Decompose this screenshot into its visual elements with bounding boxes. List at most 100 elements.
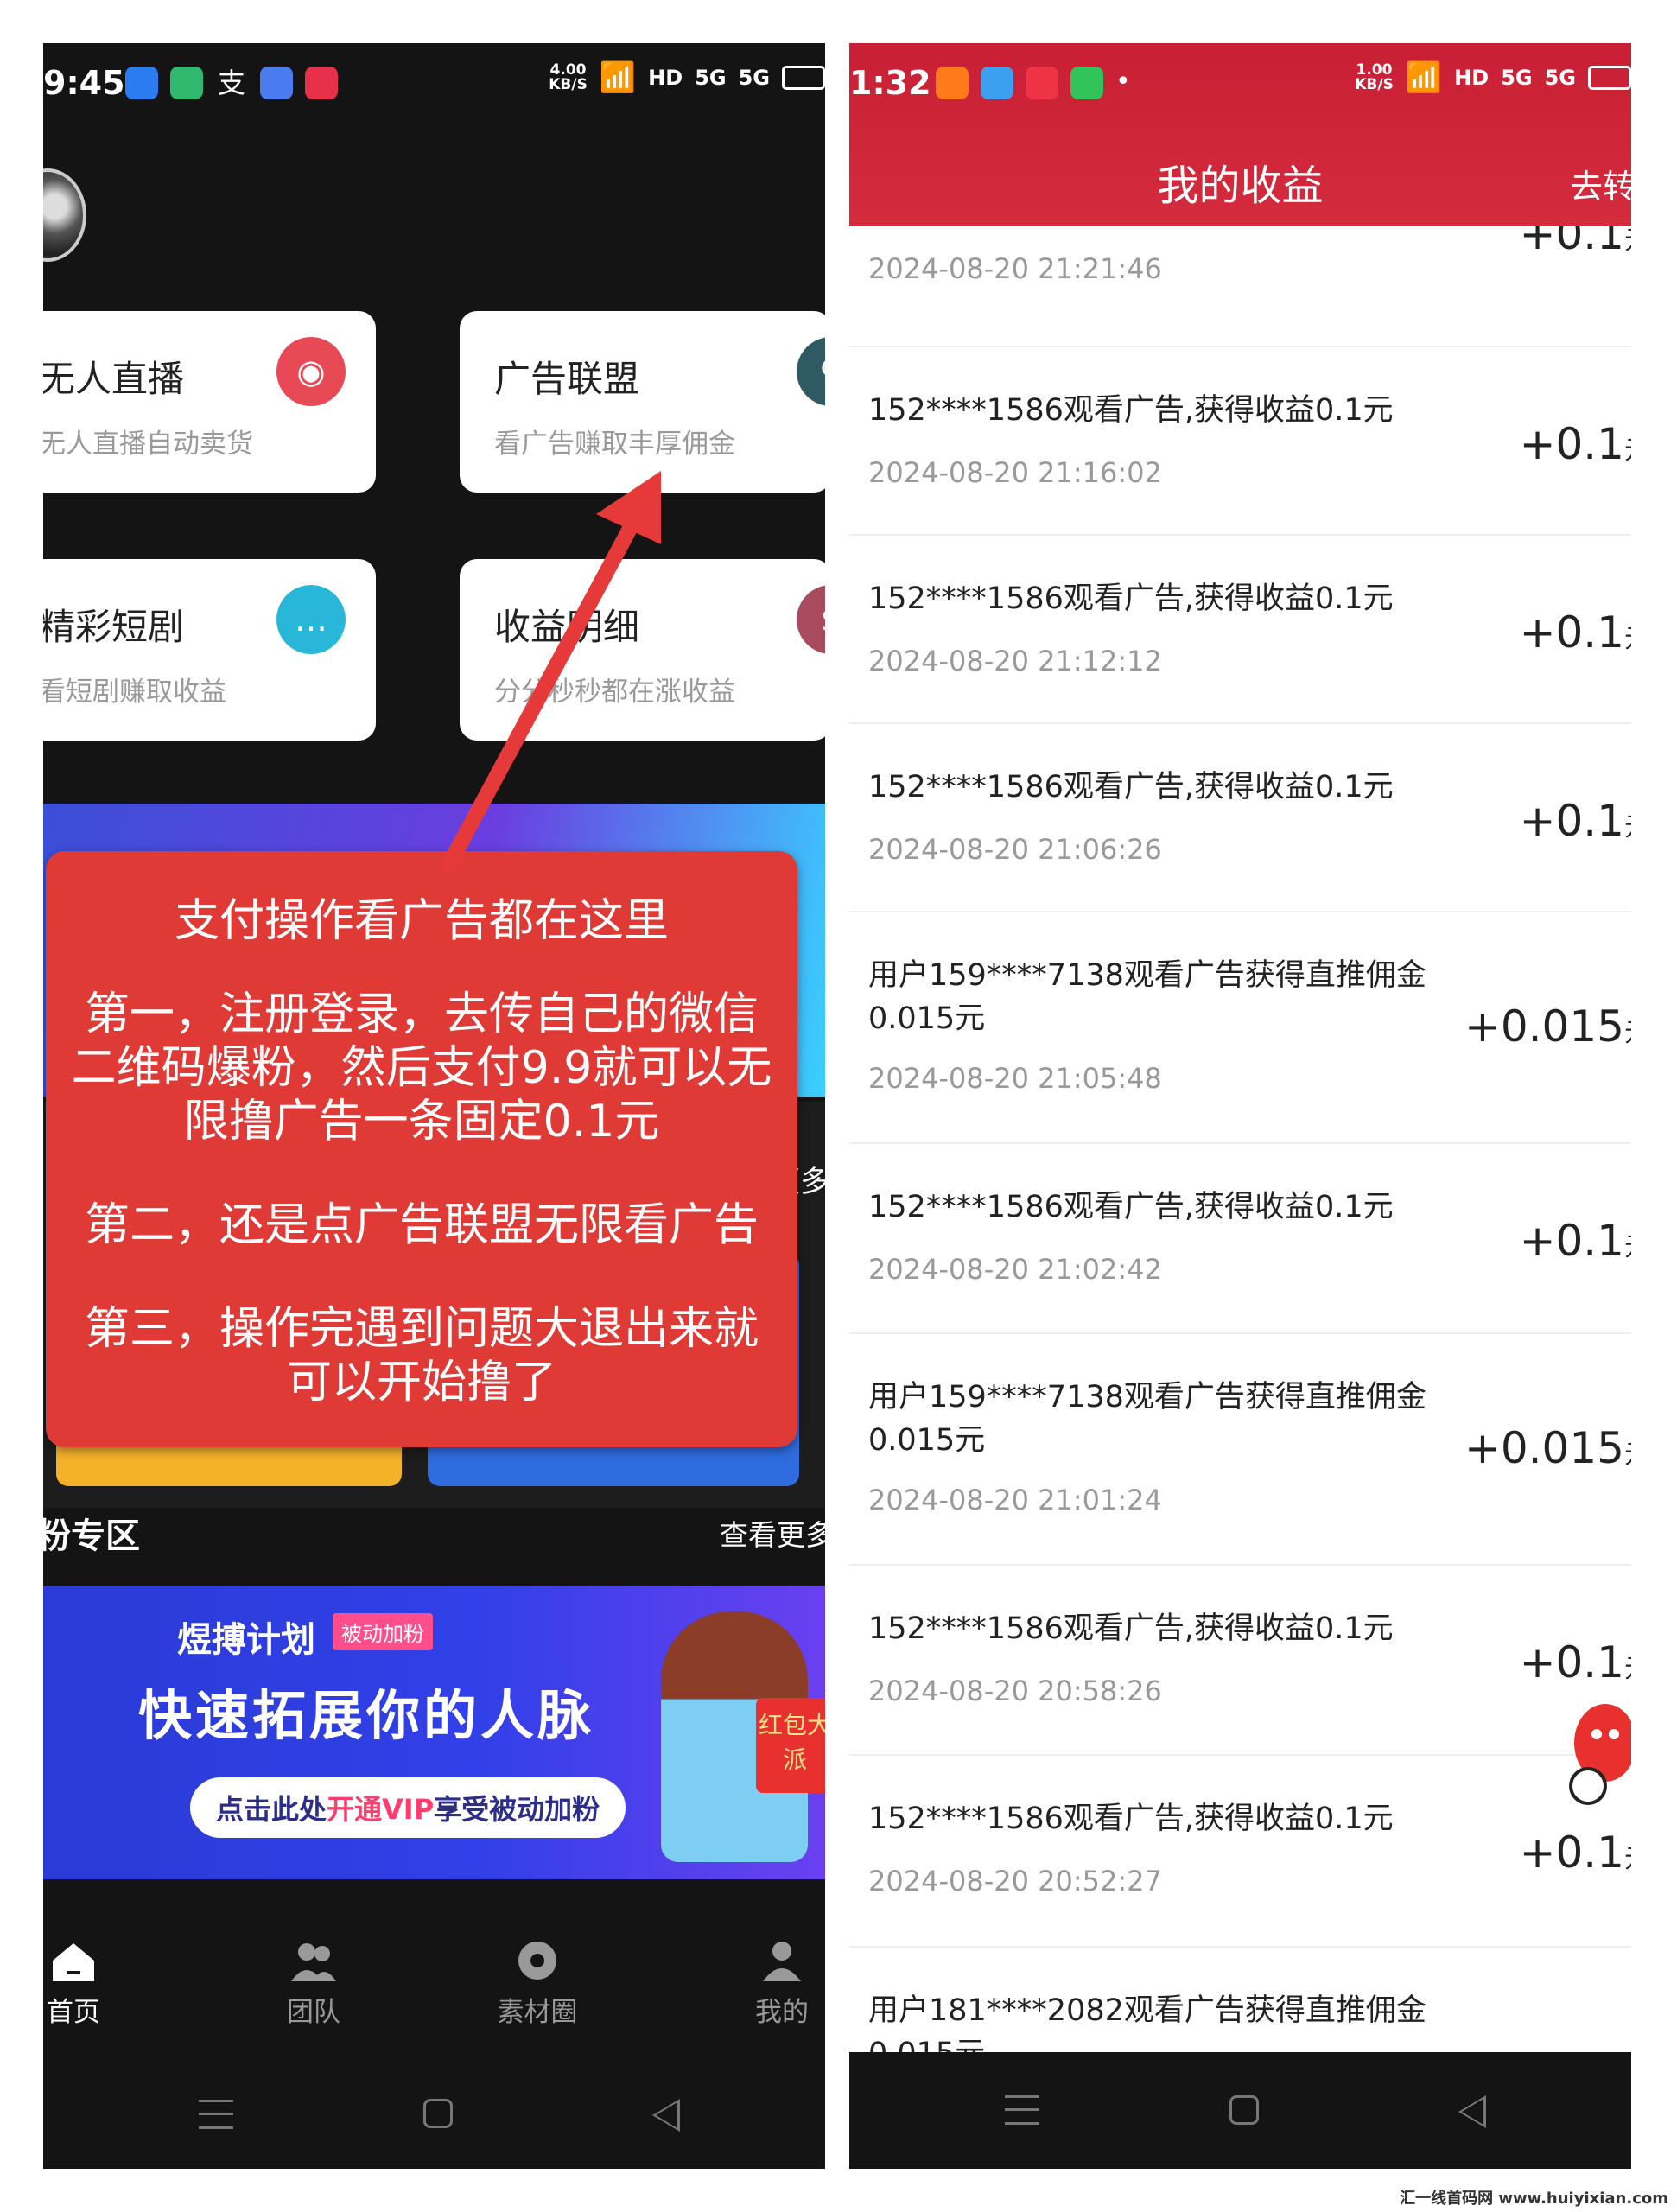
team-icon — [291, 1943, 336, 1981]
signal-icon: 5G — [1501, 66, 1533, 90]
taobao-icon — [936, 67, 969, 99]
status-time: 9:45 — [43, 64, 125, 102]
chat-bubble-icon — [518, 1942, 556, 1980]
hd-icon: HD — [648, 66, 683, 90]
record-desc: 152****1586观看广告,获得收益0.1元 — [868, 582, 1394, 616]
list-item: 152****1586观看广告,获得收益0.1元 +0.1元 2024-08-2… — [849, 534, 1631, 724]
card-live-streaming[interactable]: 无人直播 无人直播自动卖货 ◉ — [43, 311, 376, 493]
video-app-icon — [305, 67, 338, 99]
record-desc: 152****1586观看广告,获得收益0.1元 — [868, 770, 1394, 804]
card-title: 收益明细 — [494, 606, 640, 648]
record-desc: 用户159****7138观看广告获得直推佣金0.015元 — [868, 1380, 1426, 1458]
overlay-step-2: 第二，还是点广告联盟无限看广告 — [84, 1199, 759, 1251]
message-app-icon — [1070, 67, 1103, 99]
overlay-step-3: 第三，操作完遇到问题大退出来就可以开始撸了 — [84, 1303, 759, 1408]
coins-icon: $ — [797, 585, 825, 654]
status-time: 1:32 — [849, 64, 931, 102]
amount: +0.1元 — [1519, 226, 1631, 259]
record-date: 2024-08-20 21:21:46 — [868, 252, 1162, 285]
home-icon — [53, 1943, 94, 1981]
list-item: 152****1586观看广告,获得收益0.1元 +0.1元 2024-08-2… — [849, 1564, 1631, 1756]
home-button-icon[interactable] — [423, 2099, 453, 2128]
home-button-icon[interactable] — [1229, 2095, 1259, 2125]
nav-home[interactable]: 首页 — [43, 1940, 125, 2029]
list-item: 152****1586观看广告,获得收益0.1元 +0.1元 2024-08-2… — [849, 722, 1631, 912]
network-speed: 1.00 KB/S — [1355, 61, 1394, 93]
banner-plan: 煜搏计划 — [177, 1620, 315, 1660]
alipay-icon: 支 — [217, 67, 245, 99]
card-short-drama[interactable]: 精彩短剧 看短剧赚取收益 … — [43, 559, 376, 741]
record-date: 2024-08-20 21:06:26 — [868, 833, 1162, 866]
network-speed: 4.00 KB/S — [549, 61, 588, 93]
amount: +0.1元 — [1519, 607, 1631, 658]
list-item: 152****1586观看广告,获得收益0.1元 +0.1元 2024-08-2… — [849, 346, 1631, 536]
transfer-button[interactable]: 去转 — [1570, 160, 1631, 207]
amount: +0.1元 — [1519, 1827, 1631, 1878]
status-bar: 9:45 支 4.00 KB/S 📶 HD 5G 5G — [43, 43, 825, 125]
left-phone-screen: 9:45 支 4.00 KB/S 📶 HD 5G 5G 无人直播 无人直播自动卖货… — [43, 43, 825, 2169]
card-subtitle: 分分秒秒都在涨收益 — [494, 677, 735, 708]
avatar[interactable] — [43, 168, 86, 262]
card-subtitle: 无人直播自动卖货 — [43, 429, 253, 460]
right-phone-screen: 1:32 • 1.00KB/S 📶 HD 5G 5G 我的收益 去转 +0.1元 — [849, 43, 1631, 2169]
system-nav-bar — [43, 2061, 825, 2169]
card-title: 精彩短剧 — [43, 606, 185, 648]
dot-icon: • — [1115, 67, 1131, 97]
menu-icon[interactable] — [1005, 2095, 1039, 2125]
card-income-detail[interactable]: 收益明细 分分秒秒都在涨收益 $ — [460, 559, 825, 741]
banner-headline: 快速拓展你的人脉 — [138, 1684, 595, 1747]
video-app-icon — [1026, 67, 1058, 99]
red-packet: 红包大派 — [756, 1698, 825, 1793]
status-app-icons: • — [936, 67, 1131, 99]
record-desc: 152****1586观看广告,获得收益0.1元 — [868, 393, 1394, 428]
open-vip-button[interactable]: 点击此处开通VIP享受被动加粉 — [190, 1777, 626, 1838]
hd-icon: HD — [1454, 66, 1490, 90]
status-indicators: 4.00 KB/S 📶 HD 5G 5G — [549, 60, 825, 95]
status-indicators: 1.00 KB/S 📶 HD 5G 5G — [1355, 60, 1631, 95]
status-bar: 1:32 • 1.00 KB/S 📶 HD 5G 5G — [849, 43, 1631, 125]
instruction-overlay: 支付操作看广告都在这里 第一，注册登录，去传自己的微信二维码爆粉，然后支付9.9… — [46, 851, 797, 1447]
nav-team[interactable]: 团队 — [262, 1940, 365, 2029]
income-list: +0.1元 2024-08-20 21:21:46 152****1586观看广… — [849, 226, 1631, 2093]
record-date: 2024-08-20 20:52:27 — [868, 1865, 1162, 1897]
battery-icon — [1588, 66, 1631, 90]
page-title: 我的收益 — [1157, 162, 1324, 210]
signal-icon-2: 5G — [738, 66, 770, 90]
battery-icon — [782, 66, 825, 90]
overlay-step-1: 第一，注册登录，去传自己的微信二维码爆粉，然后支付9.9就可以无限撸广告一条固定… — [71, 988, 772, 1147]
header: 1:32 • 1.00 KB/S 📶 HD 5G 5G 我的收益 去转 — [849, 43, 1631, 226]
list-item: 152****1586观看广告,获得收益0.1元 +0.1元 2024-08-2… — [849, 1754, 1631, 1948]
amount: +0.015元 — [1464, 1423, 1631, 1473]
nav-profile[interactable]: 我的 — [730, 1940, 825, 2029]
wifi-icon: 📶 — [599, 60, 637, 95]
wifi-icon: 📶 — [1405, 60, 1443, 95]
card-ad-alliance[interactable]: 广告联盟 看广告赚取丰厚佣金 ⚲ — [460, 311, 825, 493]
camera-icon: ◉ — [276, 337, 346, 406]
record-date: 2024-08-20 20:58:26 — [868, 1675, 1162, 1707]
section-more-link[interactable]: 查看更多 — [720, 1512, 825, 1554]
list-item: 用户159****7138观看广告获得直推佣金0.015元 +0.015元 20… — [849, 911, 1631, 1144]
app-notification-icon — [125, 67, 158, 99]
record-date: 2024-08-20 21:02:42 — [868, 1253, 1162, 1286]
weather-icon — [981, 67, 1013, 99]
card-title: 无人直播 — [43, 358, 185, 400]
chat-icon: … — [276, 585, 346, 654]
card-subtitle: 看广告赚取丰厚佣金 — [494, 429, 735, 460]
record-date: 2024-08-20 21:05:48 — [868, 1062, 1162, 1095]
vip-banner[interactable]: 煜搏计划 被动加粉 快速拓展你的人脉 点击此处开通VIP享受被动加粉 红包大派 — [43, 1586, 825, 1879]
nav-material[interactable]: 素材圈 — [486, 1940, 589, 2029]
back-icon[interactable] — [652, 2099, 680, 2132]
amount: +0.1元 — [1519, 1637, 1631, 1688]
card-title: 广告联盟 — [494, 358, 640, 400]
mascot-icon — [1569, 1704, 1631, 1805]
amount: +0.015元 — [1464, 1001, 1631, 1052]
record-date: 2024-08-20 21:16:02 — [868, 456, 1162, 489]
amount: +0.1元 — [1519, 1216, 1631, 1266]
overlay-heading: 支付操作看广告都在这里 — [174, 895, 669, 947]
status-app-icons: 支 — [125, 67, 338, 99]
user-icon — [763, 1942, 801, 1981]
list-item: 152****1586观看广告,获得收益0.1元 +0.1元 2024-08-2… — [849, 1142, 1631, 1334]
menu-icon[interactable] — [199, 2100, 233, 2129]
back-icon[interactable] — [1458, 2095, 1486, 2128]
banner-tag: 被动加粉 — [333, 1613, 433, 1650]
